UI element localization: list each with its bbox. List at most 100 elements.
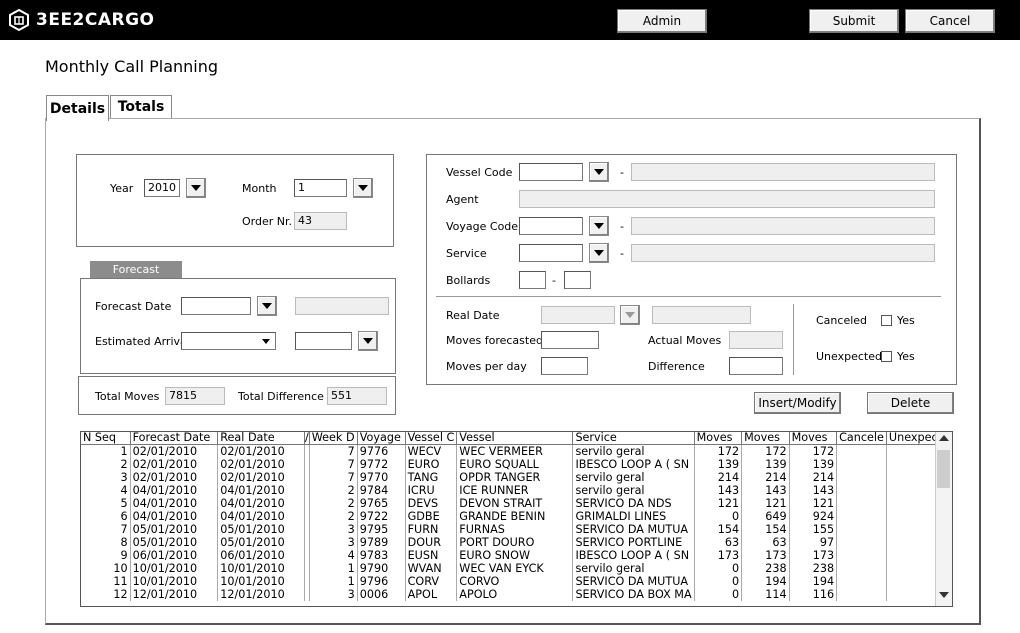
- bollards-label: Bollards: [446, 274, 491, 287]
- column-header[interactable]: Cancele: [836, 432, 887, 445]
- moves-per-day-field[interactable]: [541, 357, 588, 375]
- table-cell: [836, 536, 887, 549]
- cancel-button[interactable]: Cancel: [905, 9, 995, 33]
- table-cell: TANG: [405, 471, 458, 484]
- table-row[interactable]: 10 10/01/2010 10/01/2010 1 9790 WVAN WEC VAN E…: [81, 562, 952, 575]
- table-row[interactable]: 3 02/01/2010 02/01/2010 7 9770 TANG OPDR TANGE…: [81, 471, 952, 484]
- estimated-arrival-time-field[interactable]: [295, 332, 352, 350]
- bollards-to-field[interactable]: [564, 271, 591, 289]
- column-header[interactable]: /: [304, 432, 310, 445]
- insert-modify-button[interactable]: Insert/Modify: [754, 392, 841, 414]
- difference-label: Difference: [648, 360, 705, 373]
- dash-separator: -: [620, 166, 624, 179]
- canceled-checkbox[interactable]: [881, 315, 892, 326]
- column-header[interactable]: N Seq: [81, 432, 131, 445]
- bollards-from-field[interactable]: [519, 271, 546, 289]
- table-cell: 172: [789, 444, 838, 458]
- table-cell: 238: [789, 562, 838, 575]
- delete-button[interactable]: Delete: [867, 392, 954, 414]
- forecast-group: [80, 278, 396, 374]
- forecast-date-field[interactable]: [181, 297, 251, 315]
- table-cell: GRIMALDI LINES: [572, 510, 695, 523]
- estimated-arrival-date-dropdown[interactable]: [258, 333, 274, 349]
- difference-field[interactable]: [729, 357, 783, 375]
- brand-name: 3EE2CARGO: [36, 10, 155, 30]
- table-cell: ICRU: [405, 484, 458, 497]
- table-cell: DEVON STRAIT: [456, 497, 574, 510]
- table-row[interactable]: 6 04/01/2010 04/01/2010 2 9722 GDBE GRANDE BEN…: [81, 510, 952, 523]
- table-row[interactable]: 2 02/01/2010 02/01/2010 7 9772 EURO EURO SQUAL…: [81, 458, 952, 471]
- table-cell: DOUR: [405, 536, 458, 549]
- total-moves-field: 7815: [165, 387, 225, 405]
- table-row[interactable]: 4 04/01/2010 04/01/2010 2 9784 ICRU ICE RUNNER…: [81, 484, 952, 497]
- table-row[interactable]: 8 05/01/2010 05/01/2010 3 9789 DOUR PORT DOURO…: [81, 536, 952, 549]
- real-date-field: [541, 306, 615, 324]
- year-field[interactable]: 2010: [144, 179, 180, 197]
- vessel-code-field[interactable]: [519, 163, 583, 181]
- moves-forecasted-field[interactable]: [541, 331, 599, 349]
- column-header[interactable]: Forecast Date: [130, 432, 219, 445]
- table-cell: 4: [309, 549, 358, 562]
- dash-separator: -: [620, 247, 624, 260]
- table-cell: [836, 497, 887, 510]
- table-cell: 10/01/2010: [217, 575, 305, 588]
- table-row[interactable]: 11 10/01/2010 10/01/2010 1 9796 CORV CORVO SERV…: [81, 575, 952, 588]
- estimated-arrival-time-dropdown-button[interactable]: [358, 331, 378, 351]
- voyage-code-field[interactable]: [519, 217, 583, 235]
- column-header[interactable]: Service: [572, 432, 695, 445]
- forecast-date-dropdown-button[interactable]: [257, 296, 277, 316]
- scroll-up-icon[interactable]: [939, 435, 949, 441]
- dash-separator: -: [552, 274, 556, 287]
- year-dropdown-button[interactable]: [186, 178, 206, 198]
- voyage-code-dropdown-button[interactable]: [589, 216, 609, 236]
- table-cell: [836, 523, 887, 536]
- forecast-date-extra-field: [295, 297, 389, 315]
- vertical-scrollbar[interactable]: [935, 432, 952, 606]
- submit-button[interactable]: Submit: [809, 9, 899, 33]
- table-cell: 116: [789, 588, 838, 601]
- table-row[interactable]: 5 04/01/2010 04/01/2010 2 9765 DEVS DEVON STRA…: [81, 497, 952, 510]
- table-cell: FURN: [405, 523, 458, 536]
- table-cell: 3: [309, 588, 358, 601]
- column-header[interactable]: Moves: [789, 432, 838, 445]
- scroll-down-icon[interactable]: [939, 592, 949, 598]
- service-field[interactable]: [519, 244, 583, 262]
- table-cell: OPDR TANGER: [456, 471, 574, 484]
- actual-moves-label: Actual Moves: [648, 334, 722, 347]
- table-cell: 154: [741, 523, 790, 536]
- table-cell: [836, 588, 887, 601]
- column-header[interactable]: Moves: [694, 432, 743, 445]
- table-cell: APOLO: [456, 588, 574, 601]
- table-cell: 9790: [357, 562, 406, 575]
- column-header[interactable]: Vessel C: [405, 432, 458, 445]
- month-dropdown-button[interactable]: [353, 178, 373, 198]
- table-cell: WVAN: [405, 562, 458, 575]
- service-dropdown-button[interactable]: [589, 243, 609, 263]
- column-header[interactable]: Real Date: [217, 432, 305, 445]
- month-field[interactable]: 1: [294, 179, 347, 197]
- vessel-code-dropdown-button[interactable]: [589, 162, 609, 182]
- column-header[interactable]: Voyage: [357, 432, 406, 445]
- tab-details[interactable]: Details: [46, 95, 109, 121]
- scroll-thumb[interactable]: [937, 450, 950, 488]
- column-header[interactable]: Vessel: [456, 432, 574, 445]
- tab-totals[interactable]: Totals: [110, 95, 172, 118]
- table-cell: 172: [741, 444, 790, 458]
- column-header[interactable]: Moves: [741, 432, 790, 445]
- unexpected-checkbox[interactable]: [881, 351, 892, 362]
- table-cell: 1: [309, 575, 358, 588]
- table-row[interactable]: 7 05/01/2010 05/01/2010 3 9795 FURN FURNAS SERV…: [81, 523, 952, 536]
- table-cell: 9789: [357, 536, 406, 549]
- column-header[interactable]: Week D: [309, 432, 358, 445]
- admin-button[interactable]: Admin: [617, 9, 707, 33]
- table-row[interactable]: 12 12/01/2010 12/01/2010 3 0006 APOL APOLO SERV…: [81, 588, 952, 601]
- table-cell: 11: [81, 575, 131, 588]
- table-row[interactable]: 1 02/01/2010 02/01/2010 7 9776 WECV WEC VERMEE…: [81, 444, 952, 458]
- table-cell: 649: [741, 510, 790, 523]
- table-cell: 3: [81, 471, 131, 484]
- table-cell: 04/01/2010: [130, 497, 219, 510]
- table-cell: 155: [789, 523, 838, 536]
- calls-grid[interactable]: N Seq Forecast Date Real Date / Week D Voyage…: [80, 431, 953, 607]
- table-cell: [836, 471, 887, 484]
- table-row[interactable]: 9 06/01/2010 06/01/2010 4 9783 EUSN EURO SNOW I…: [81, 549, 952, 562]
